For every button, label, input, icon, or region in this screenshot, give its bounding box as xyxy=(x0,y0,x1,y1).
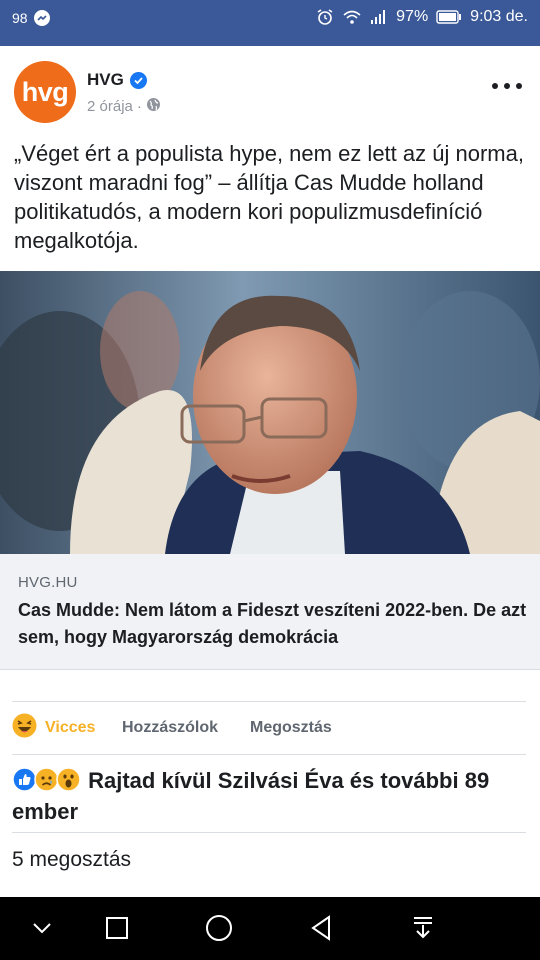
post-header: hvg HVG 2 órája · xyxy=(0,46,540,132)
post-text: „Véget ért a populista hype, nem ez lett… xyxy=(14,141,524,253)
post-meta: 2 órája · xyxy=(87,97,161,116)
battery-small-text: 98 xyxy=(12,10,28,26)
avatar-logo-text: hvg xyxy=(21,76,69,107)
divider-bottom xyxy=(12,832,526,833)
page-name-label[interactable]: HVG xyxy=(87,70,124,90)
verified-icon xyxy=(129,71,147,89)
divider-middle xyxy=(12,754,526,755)
reaction-icons xyxy=(12,767,81,798)
recents-icon[interactable] xyxy=(102,913,132,943)
reaction-summary[interactable]: Rajtad kívül Szilvási Éva és további 89 … xyxy=(12,767,528,825)
link-domain: HVG.HU xyxy=(18,574,78,591)
home-icon[interactable] xyxy=(204,913,234,943)
status-right: 97% 9:03 de. xyxy=(316,8,528,26)
portrait-photo xyxy=(0,271,540,554)
share-button[interactable]: Megosztás xyxy=(250,703,332,753)
meta-separator: · xyxy=(136,98,142,115)
post-time[interactable]: 2 órája xyxy=(87,98,133,115)
haha-reaction-icon xyxy=(12,713,37,743)
back-icon[interactable] xyxy=(306,913,336,943)
share-count[interactable]: 5 megosztás xyxy=(12,848,131,872)
action-bar: Vicces Hozzászólok Megosztás xyxy=(0,703,540,753)
globe-icon xyxy=(146,97,161,116)
status-left: 98 xyxy=(12,10,50,26)
react-label: Vicces xyxy=(45,719,96,736)
share-label: Megosztás xyxy=(250,719,332,736)
clock: 9:03 de. xyxy=(470,8,528,25)
comment-button[interactable]: Hozzászólok xyxy=(122,703,218,753)
status-bar: 98 97% 9:03 de. xyxy=(0,0,540,46)
wow-reaction-icon xyxy=(56,767,81,798)
dot-2 xyxy=(504,83,510,89)
wifi-icon xyxy=(342,9,362,25)
chevron-down-icon[interactable] xyxy=(27,913,57,943)
reaction-summary-text: Rajtad kívül Szilvási Éva és további 89 … xyxy=(12,768,490,824)
divider-top xyxy=(12,701,526,702)
react-button[interactable]: Vicces xyxy=(12,703,95,753)
dot-1 xyxy=(492,83,498,89)
dot-3 xyxy=(516,83,522,89)
notification-pull-icon[interactable] xyxy=(408,913,438,943)
link-preview[interactable]: HVG.HU Cas Mudde: Nem látom a Fideszt ve… xyxy=(0,554,540,670)
comment-label: Hozzászólok xyxy=(122,719,219,736)
messenger-icon xyxy=(33,10,50,26)
navigation-bar xyxy=(0,897,540,960)
post-photo[interactable] xyxy=(0,271,540,554)
avatar[interactable]: hvg xyxy=(14,61,76,123)
battery-percent: 97% xyxy=(396,8,429,25)
alarm-icon xyxy=(316,8,334,26)
page-name[interactable]: HVG xyxy=(87,70,147,90)
more-options-icon[interactable] xyxy=(492,78,522,94)
link-title[interactable]: Cas Mudde: Nem látom a Fideszt veszíteni… xyxy=(18,597,528,651)
signal-icon xyxy=(370,9,388,25)
battery-icon xyxy=(436,10,462,24)
